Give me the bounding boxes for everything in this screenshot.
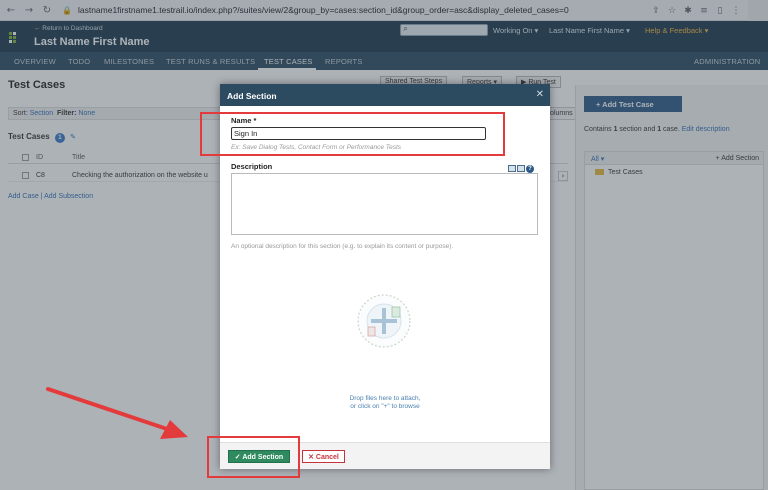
annotation-arrow-icon <box>46 387 188 439</box>
